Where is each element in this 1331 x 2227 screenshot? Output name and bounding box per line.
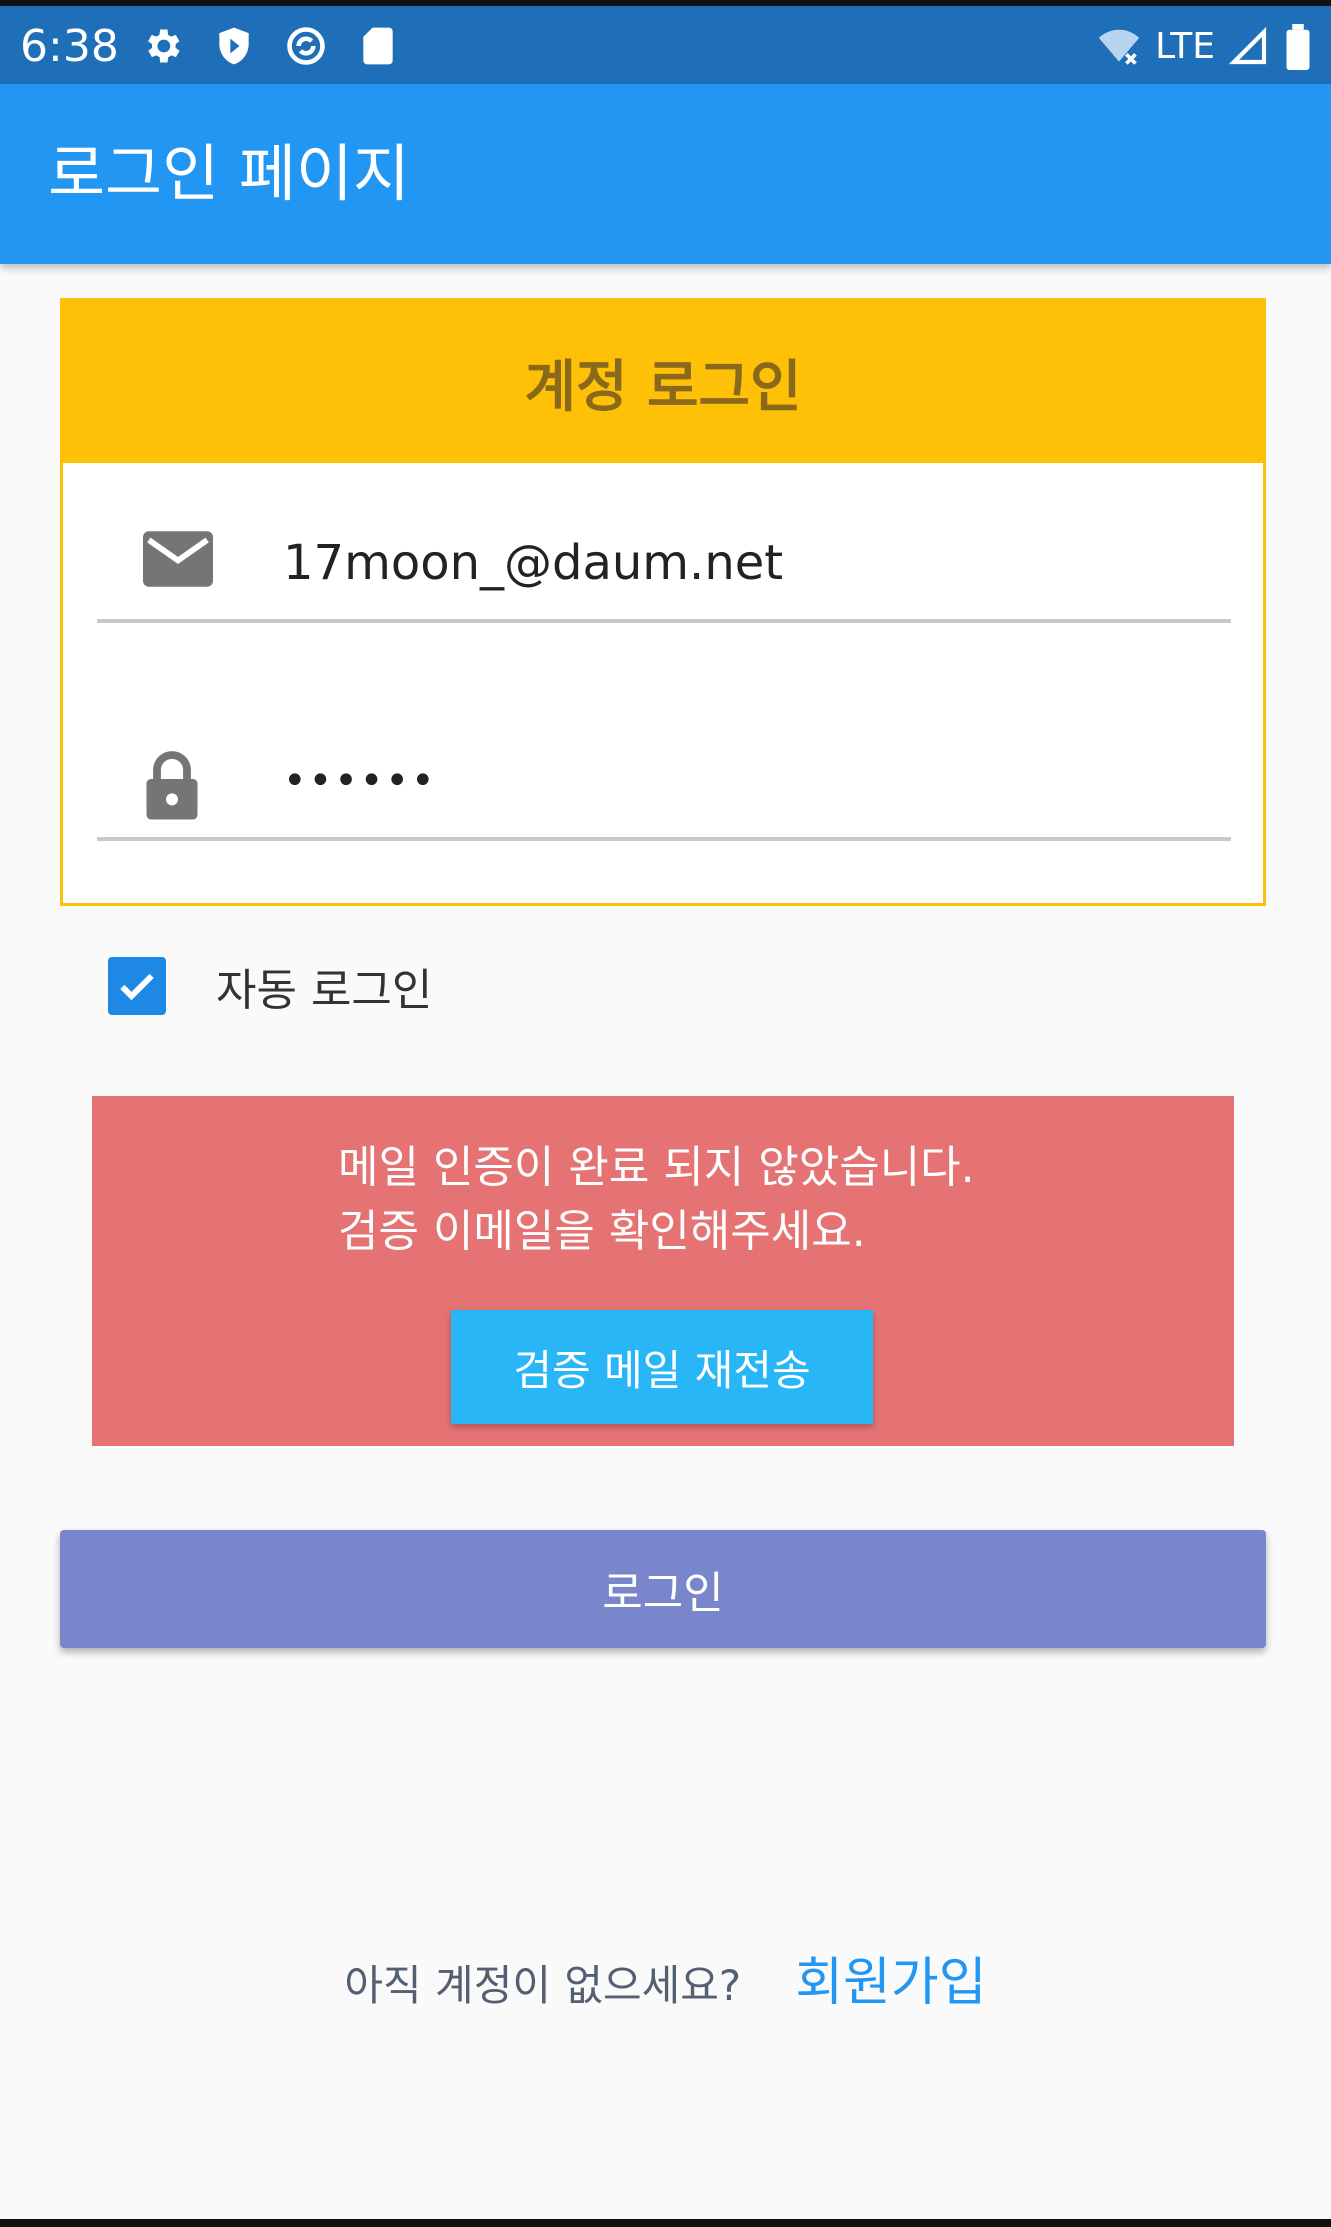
error-message: 메일 인증이 완료 되지 않았습니다. 검증 이메일을 확인해주세요. xyxy=(338,1136,975,1264)
error-line-1: 메일 인증이 완료 되지 않았습니다. xyxy=(338,1142,975,1193)
gear-icon xyxy=(140,24,184,68)
signal-icon xyxy=(1229,27,1269,67)
error-line-2: 검증 이메일을 확인해주세요. xyxy=(338,1206,866,1257)
card-header: 계정 로그인 xyxy=(63,301,1263,463)
auto-login-label: 자동 로그인 xyxy=(216,965,433,1016)
page-title: 로그인 페이지 xyxy=(48,137,410,210)
card-title: 계정 로그인 xyxy=(524,354,802,420)
sd-card-icon xyxy=(356,24,400,68)
status-icons-left xyxy=(140,24,400,68)
password-value[interactable]: •••••• xyxy=(283,751,437,811)
sync-icon xyxy=(284,24,328,68)
app-bar: 로그인 페이지 xyxy=(0,84,1331,264)
status-time: 6:38 xyxy=(20,21,119,72)
bottom-edge xyxy=(0,2219,1331,2227)
auto-login-row[interactable]: 자동 로그인 xyxy=(108,956,432,1016)
status-icons-right: LTE xyxy=(1097,22,1313,72)
error-box: 메일 인증이 완료 되지 않았습니다. 검증 이메일을 확인해주세요. 검증 메… xyxy=(92,1096,1234,1446)
auto-login-checkbox[interactable] xyxy=(108,957,166,1015)
mail-icon xyxy=(143,531,213,587)
lock-icon xyxy=(143,749,201,821)
email-field[interactable]: 17moon_@daum.net xyxy=(97,493,1231,623)
battery-icon xyxy=(1283,24,1313,70)
signup-question: 아직 계정이 없으세요? xyxy=(344,1961,742,2010)
password-field[interactable]: •••••• xyxy=(97,711,1231,841)
wifi-off-icon xyxy=(1097,25,1141,69)
status-bar: 6:38 LTE xyxy=(0,0,1331,84)
network-type-label: LTE xyxy=(1155,26,1215,67)
signup-row: 아직 계정이 없으세요? 회원가입 xyxy=(0,1940,1331,2015)
resend-verification-button[interactable]: 검증 메일 재전송 xyxy=(451,1310,873,1424)
signup-link[interactable]: 회원가입 xyxy=(795,1940,986,2015)
login-card: 계정 로그인 17moon_@daum.net •••••• xyxy=(60,298,1266,906)
shield-icon xyxy=(212,24,256,68)
login-button[interactable]: 로그인 xyxy=(60,1530,1266,1648)
email-value[interactable]: 17moon_@daum.net xyxy=(283,533,783,593)
